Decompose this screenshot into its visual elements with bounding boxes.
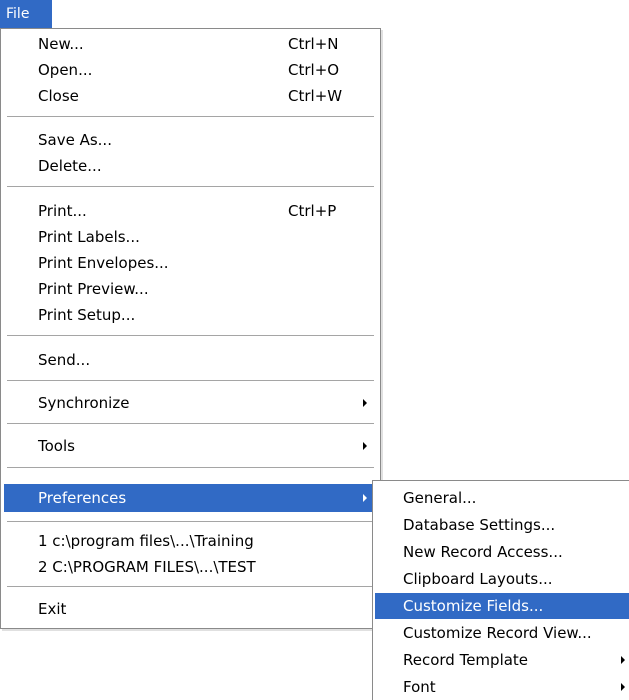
menu-separator bbox=[7, 186, 374, 187]
menu-item-delete[interactable]: Delete... bbox=[4, 153, 377, 179]
menu-item-label: New Record Access... bbox=[403, 543, 563, 561]
menu-item-label: 1 c:\program files\...\Training bbox=[38, 532, 254, 550]
menu-item-label: Synchronize bbox=[38, 394, 130, 412]
menu-separator bbox=[7, 521, 374, 522]
menu-item-label: Preferences bbox=[38, 489, 127, 507]
menu-item-label: Customize Fields... bbox=[403, 597, 544, 615]
shortcut-label: Ctrl+O bbox=[288, 61, 340, 79]
menu-item-label: Open... bbox=[38, 61, 93, 79]
menu-item-label: Font bbox=[403, 678, 436, 696]
menu-item-new-record-access[interactable]: New Record Access... bbox=[375, 539, 629, 565]
submenu-arrow-icon bbox=[621, 656, 625, 664]
menu-item-label: Save As... bbox=[38, 131, 112, 149]
menu-item-preferences[interactable]: Preferences bbox=[4, 484, 377, 512]
menu-item-open[interactable]: Open... Ctrl+O bbox=[4, 57, 377, 83]
menu-separator bbox=[7, 116, 374, 117]
menu-item-label: Tools bbox=[38, 437, 75, 455]
menu-item-tools[interactable]: Tools bbox=[4, 433, 377, 459]
menu-item-record-template[interactable]: Record Template bbox=[375, 647, 629, 673]
menu-item-save-as[interactable]: Save As... bbox=[4, 127, 377, 153]
shortcut-label: Ctrl+W bbox=[288, 87, 343, 105]
menu-item-label: Database Settings... bbox=[403, 516, 556, 534]
menu-item-close[interactable]: Close Ctrl+W bbox=[4, 83, 377, 109]
menu-item-label: Print... bbox=[38, 202, 87, 220]
menu-item-font[interactable]: Font bbox=[375, 674, 629, 700]
menu-separator bbox=[7, 380, 374, 381]
menu-separator bbox=[7, 586, 374, 587]
menu-item-print-envelopes[interactable]: Print Envelopes... bbox=[4, 250, 377, 276]
menu-item-customize-fields[interactable]: Customize Fields... bbox=[375, 593, 629, 619]
submenu-arrow-icon bbox=[363, 494, 367, 502]
menu-item-database-settings[interactable]: Database Settings... bbox=[375, 512, 629, 538]
menu-separator bbox=[7, 335, 374, 336]
shortcut-label: Ctrl+N bbox=[288, 35, 339, 53]
menu-item-new[interactable]: New... Ctrl+N bbox=[4, 31, 377, 57]
menu-item-label: Print Envelopes... bbox=[38, 254, 169, 272]
submenu-arrow-icon bbox=[363, 399, 367, 407]
submenu-arrow-icon bbox=[363, 442, 367, 450]
menu-item-label: New... bbox=[38, 35, 84, 53]
menu-item-label: Print Setup... bbox=[38, 306, 136, 324]
menu-item-label: Delete... bbox=[38, 157, 102, 175]
menu-separator bbox=[7, 423, 374, 424]
menu-item-print-labels[interactable]: Print Labels... bbox=[4, 224, 377, 250]
preferences-submenu: General... Database Settings... New Reco… bbox=[372, 480, 629, 700]
menu-item-label: Print Preview... bbox=[38, 280, 149, 298]
menu-item-recent-2[interactable]: 2 C:\PROGRAM FILES\...\TEST bbox=[4, 554, 377, 580]
menu-item-exit[interactable]: Exit bbox=[4, 596, 377, 622]
menu-item-general[interactable]: General... bbox=[375, 485, 629, 511]
menu-item-label: Exit bbox=[38, 600, 67, 618]
menu-item-print-setup[interactable]: Print Setup... bbox=[4, 302, 377, 328]
file-menu-button[interactable]: File bbox=[0, 0, 52, 28]
file-menu: New... Ctrl+N Open... Ctrl+O Close Ctrl+… bbox=[0, 28, 381, 629]
shortcut-label: Ctrl+P bbox=[288, 202, 337, 220]
menu-item-print-preview[interactable]: Print Preview... bbox=[4, 276, 377, 302]
menu-item-label: Close bbox=[38, 87, 79, 105]
menu-item-label: 2 C:\PROGRAM FILES\...\TEST bbox=[38, 558, 256, 576]
menu-item-recent-1[interactable]: 1 c:\program files\...\Training bbox=[4, 528, 377, 554]
submenu-arrow-icon bbox=[621, 683, 625, 691]
menu-item-label: General... bbox=[403, 489, 477, 507]
menu-item-label: Print Labels... bbox=[38, 228, 140, 246]
menu-item-label: Customize Record View... bbox=[403, 624, 592, 642]
menu-item-print[interactable]: Print... Ctrl+P bbox=[4, 198, 377, 224]
menu-item-clipboard-layouts[interactable]: Clipboard Layouts... bbox=[375, 566, 629, 592]
menu-item-label: Send... bbox=[38, 351, 91, 369]
menu-item-synchronize[interactable]: Synchronize bbox=[4, 390, 377, 416]
menu-item-send[interactable]: Send... bbox=[4, 347, 377, 373]
menu-separator bbox=[7, 467, 374, 468]
menu-item-customize-record-view[interactable]: Customize Record View... bbox=[375, 620, 629, 646]
menu-item-label: Record Template bbox=[403, 651, 529, 669]
menu-item-label: Clipboard Layouts... bbox=[403, 570, 553, 588]
